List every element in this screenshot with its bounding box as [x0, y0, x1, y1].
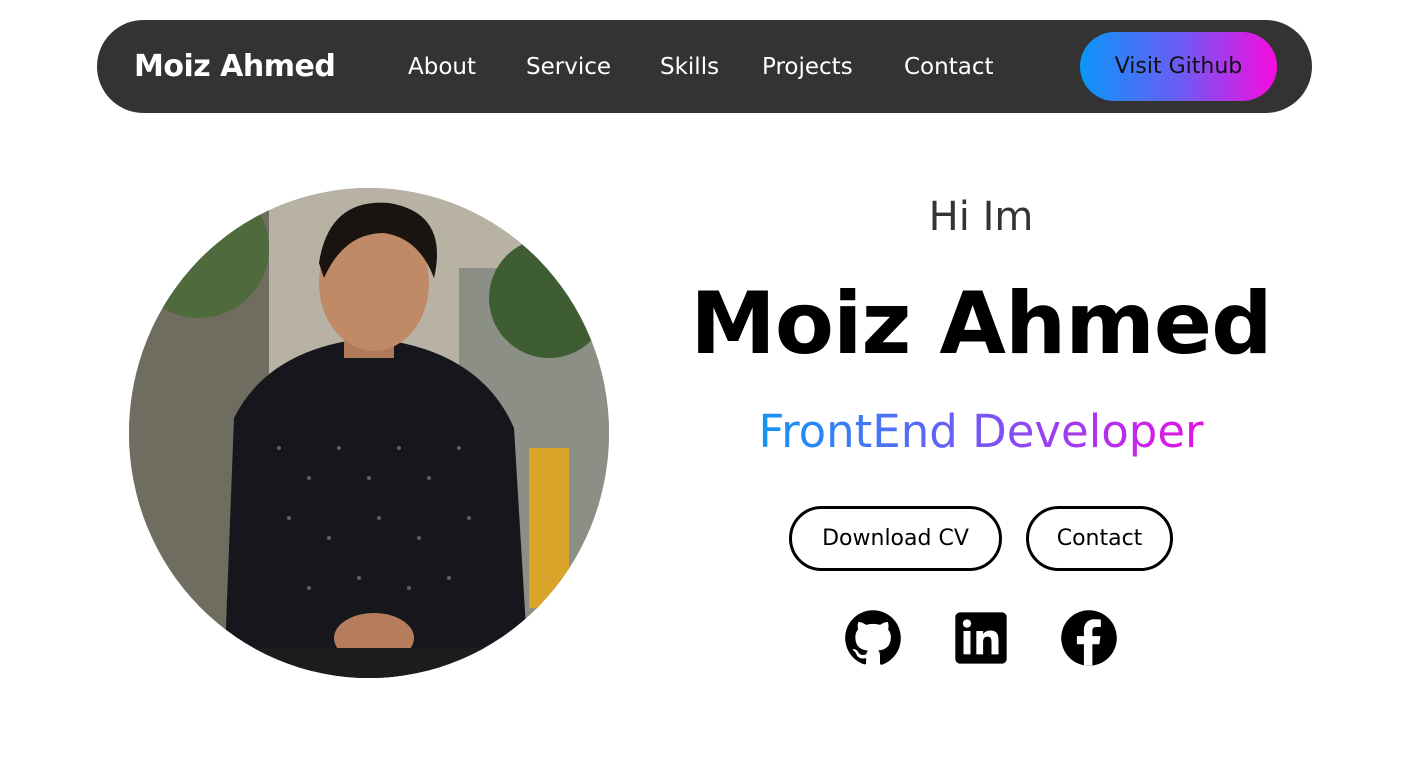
- navbar: Moiz Ahmed About Service Skills Projects…: [97, 20, 1312, 113]
- visit-github-button[interactable]: Visit Github: [1080, 32, 1277, 101]
- facebook-icon-svg: [1061, 610, 1117, 666]
- nav-link-about[interactable]: About: [408, 20, 476, 113]
- linkedin-icon[interactable]: [951, 608, 1011, 668]
- page: Moiz Ahmed About Service Skills Projects…: [0, 0, 1413, 773]
- nav-brand[interactable]: Moiz Ahmed: [134, 20, 336, 113]
- hero-role: FrontEnd Developer: [681, 405, 1281, 458]
- download-cv-button[interactable]: Download CV: [789, 506, 1002, 571]
- nav-link-skills[interactable]: Skills: [660, 20, 719, 113]
- facebook-icon[interactable]: [1059, 608, 1119, 668]
- contact-button[interactable]: Contact: [1026, 506, 1173, 571]
- profile-photo: [129, 188, 609, 678]
- github-icon-svg: [845, 610, 901, 665]
- linkedin-icon-svg: [955, 612, 1007, 664]
- hero-greeting: Hi Im: [928, 194, 1034, 240]
- nav-link-contact[interactable]: Contact: [904, 20, 993, 113]
- github-icon[interactable]: [843, 608, 903, 668]
- nav-link-projects[interactable]: Projects: [762, 20, 853, 113]
- nav-link-service[interactable]: Service: [526, 20, 611, 113]
- hero-name: Moiz Ahmed: [690, 274, 1272, 374]
- hero-role-text: FrontEnd Developer: [758, 405, 1204, 458]
